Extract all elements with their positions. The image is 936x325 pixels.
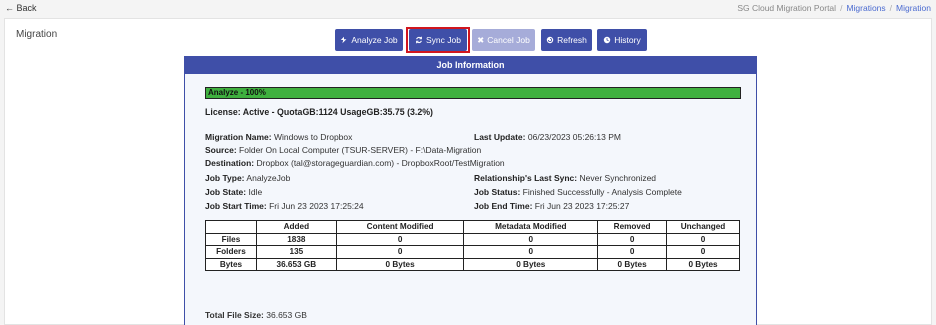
history-label: History [614,35,641,45]
last-update-value: 06/23/2023 05:26:13 PM [527,132,621,142]
close-icon: ✖ [477,34,485,45]
migration-name-label: Migration Name: [205,132,272,142]
license-info: License: Active - QuotaGB:1124 UsageGB:3… [205,107,433,117]
job-state-value: Idle [248,187,263,197]
job-state-row: Job State: Idle [205,187,262,197]
breadcrumb: SG Cloud Migration Portal / Migrations / Mig… [737,3,931,13]
breadcrumb-migrations[interactable]: Migrations [846,3,885,13]
start-time-label: Job Start Time: [205,201,267,211]
stats-header: Metadata Modified [463,220,599,234]
end-time-row: Job End Time: Fri Jun 23 2023 17:25:27 [474,201,629,211]
job-status-label: Job Status: [474,187,521,197]
table-cell: 1838 [255,232,337,246]
table-cell: 0 [335,232,465,246]
breadcrumb-portal[interactable]: SG Cloud Migration Portal [737,3,836,13]
total-size-label: Total File Size: [205,310,264,320]
source-label: Source: [205,145,237,155]
destination-value: Dropbox (tal@storageguardian.com) - Drop… [256,158,505,168]
progress-label: Analyze - 100% [208,88,266,97]
back-link[interactable]: ← Back [5,3,37,13]
stats-header: Added [255,220,337,234]
stats-header: Unchanged [666,220,740,234]
table-cell: Files [205,232,257,246]
job-information-card: Job Information Analyze - 100% License: … [184,56,757,325]
refresh-button[interactable]: Refresh [541,29,592,51]
source-row: Source: Folder On Local Computer (TSUR-S… [205,145,481,155]
job-information-header: Job Information [185,57,756,74]
stats-header-row: Added Content Modified Metadata Modified… [205,220,740,234]
job-state-label: Job State: [205,187,247,197]
total-file-size: Total File Size: 36.653 GB [205,310,307,320]
sync-job-button[interactable]: Sync Job [409,29,467,51]
sync-icon [416,36,422,44]
back-label: Back [16,3,37,13]
job-type-row: Job Type: AnalyzeJob [205,173,290,183]
table-cell: 0 Bytes [335,257,465,271]
table-cell: 0 [463,245,599,259]
page-title: Migration [16,29,58,40]
table-cell: Folders [205,245,257,259]
start-time-row: Job Start Time: Fri Jun 23 2023 17:25:24 [205,201,364,211]
history-button[interactable]: History [597,29,647,51]
main-panel: Migration Analyze Job Sync Job ✖ Cancel … [4,18,932,325]
table-cell: 36.653 GB [255,257,337,271]
job-type-label: Job Type: [205,173,245,183]
analyze-icon [341,36,347,44]
table-cell: 0 Bytes [463,257,599,271]
last-sync-label: Relationship's Last Sync: [474,173,578,183]
table-cell: 135 [255,245,337,259]
analyze-job-button[interactable]: Analyze Job [335,29,403,51]
breadcrumb-migration[interactable]: Migration [896,3,931,13]
start-time-value: Fri Jun 23 2023 17:25:24 [269,201,364,211]
stats-header [205,220,257,234]
destination-row: Destination: Dropbox (tal@storageguardia… [205,158,505,168]
sync-job-label: Sync Job [426,35,461,45]
refresh-icon [546,36,554,44]
last-sync-row: Relationship's Last Sync: Never Synchron… [474,173,656,183]
table-cell: 0 [335,245,465,259]
refresh-label: Refresh [557,35,587,45]
table-cell: 0 [597,232,668,246]
stats-header: Content Modified [335,220,465,234]
table-row: Bytes 36.653 GB 0 Bytes 0 Bytes 0 Bytes … [205,257,740,271]
top-bar: ← Back SG Cloud Migration Portal / Migrati… [0,0,936,18]
job-status-row: Job Status: Finished Successfully - Anal… [474,187,682,197]
history-icon [604,36,611,44]
migration-name-row: Migration Name: Windows to Dropbox [205,132,352,142]
job-type-value: AnalyzeJob [246,173,291,183]
table-cell: 0 Bytes [666,257,740,271]
table-cell: Bytes [205,257,257,271]
analyze-job-label: Analyze Job [351,35,398,45]
table-cell: 0 [666,245,740,259]
total-size-value: 36.653 GB [266,310,307,320]
job-status-value: Finished Successfully - Analysis Complet… [522,187,682,197]
last-update-label: Last Update: [474,132,526,142]
table-cell: 0 [597,245,668,259]
end-time-label: Job End Time: [474,201,533,211]
progress-bar: Analyze - 100% [205,87,741,99]
table-row: Files 1838 0 0 0 0 [205,232,740,246]
table-cell: 0 [463,232,599,246]
cancel-job-button[interactable]: ✖ Cancel Job [472,29,535,51]
source-value: Folder On Local Computer (TSUR-SERVER) -… [239,145,482,155]
stats-table: Added Content Modified Metadata Modified… [205,220,740,271]
last-update-row: Last Update: 06/23/2023 05:26:13 PM [474,132,621,142]
cancel-job-label: Cancel Job [487,35,530,45]
table-row: Folders 135 0 0 0 0 [205,245,740,259]
table-cell: 0 Bytes [597,257,668,271]
last-sync-value: Never Synchronized [579,173,657,183]
stats-header: Removed [597,220,668,234]
arrow-left-icon: ← [5,3,14,13]
destination-label: Destination: [205,158,255,168]
end-time-value: Fri Jun 23 2023 17:25:27 [534,201,630,211]
table-cell: 0 [666,232,740,246]
migration-name-value: Windows to Dropbox [273,132,353,142]
